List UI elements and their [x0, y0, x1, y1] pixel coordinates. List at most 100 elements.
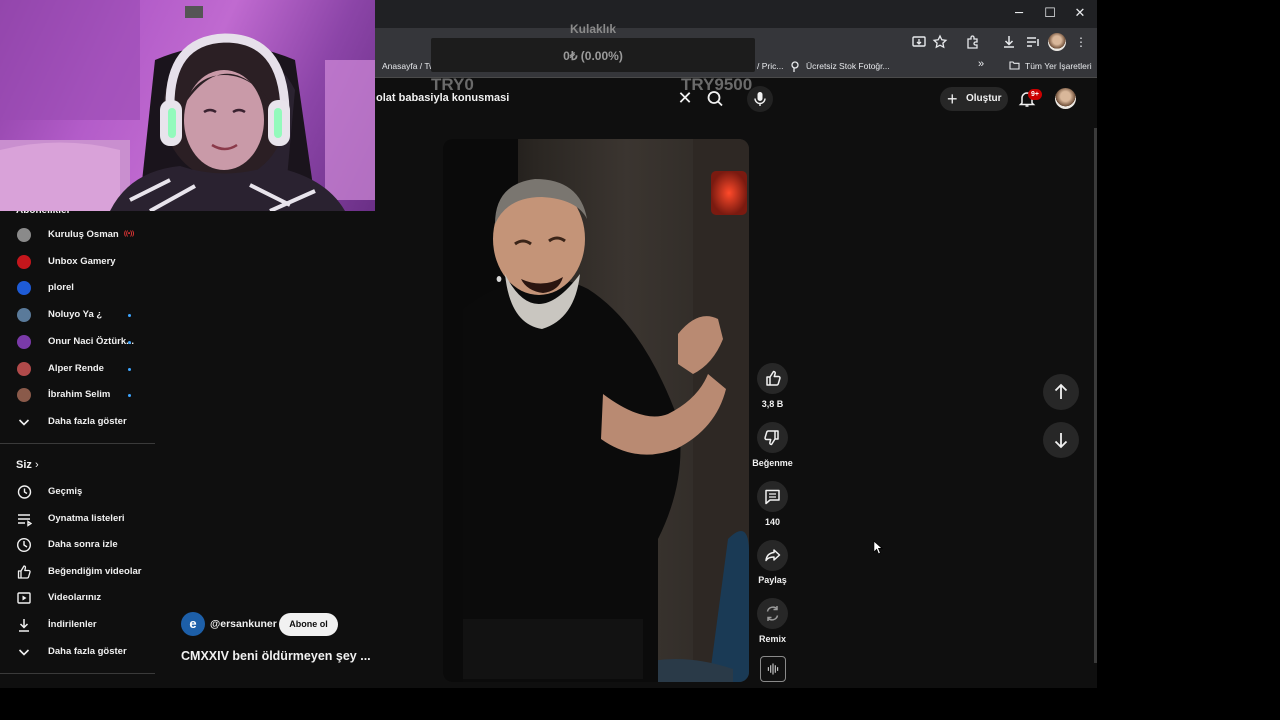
maximize-icon[interactable]: ☐	[1037, 4, 1063, 24]
donation-title: Kulaklık	[569, 22, 617, 36]
subscription-label: Alper Rende	[48, 362, 104, 374]
new-content-dot-icon	[128, 314, 131, 318]
star-icon[interactable]	[931, 33, 949, 51]
channel-avatar-icon	[17, 361, 31, 376]
you-heading-label: Siz	[16, 459, 32, 471]
show-more-label: Daha fazla göster	[48, 646, 127, 657]
sidebar-item-thumb-up[interactable]: Beğendiğim videolar	[0, 560, 155, 584]
download-icon	[19, 619, 29, 632]
comments-button[interactable]	[757, 481, 788, 512]
subscription-label: Onur Naci Öztürk...	[48, 335, 135, 347]
show-more-you[interactable]: Daha fazla göster	[0, 640, 155, 664]
donation-min: TRY0	[431, 75, 474, 94]
channel-avatar-icon	[17, 228, 31, 242]
bookmark-item[interactable]: / Pric...	[757, 61, 783, 71]
donation-value: 0₺ (0.00%)	[563, 49, 623, 63]
video-icon	[17, 592, 31, 605]
remix-icon	[766, 606, 779, 621]
profile-icon[interactable]	[1048, 33, 1066, 51]
close-icon[interactable]: ✕	[1067, 4, 1093, 24]
thumb-up-icon	[17, 565, 31, 579]
channel-avatar-icon	[17, 388, 31, 403]
arrow-up-icon	[1054, 383, 1068, 399]
like-count: 3,8 B	[761, 399, 784, 409]
video-title[interactable]: CMXXIV beni öldürmeyen şey ...	[181, 649, 371, 663]
bookmark-item[interactable]: Anasayfa / Tw	[382, 61, 435, 71]
sidebar-item-label: Videolarınız	[48, 592, 102, 604]
bookmark-favicon-icon	[790, 61, 801, 72]
sidebar-subscription-item[interactable]: Kuruluş Osman ((•))	[0, 223, 155, 247]
plus-icon: +	[947, 89, 958, 109]
bookmark-item[interactable]: Ücretsiz Stok Fotoğr...	[806, 61, 890, 71]
sidebar-subscription-item[interactable]: İbrahim Selim	[0, 383, 155, 407]
audio-wave-icon	[767, 663, 779, 675]
sidebar-item-history[interactable]: Geçmiş	[0, 480, 155, 504]
sidebar-subscription-item[interactable]: Unbox Gamery	[0, 250, 155, 274]
video-frame	[443, 139, 749, 682]
like-button[interactable]	[757, 363, 788, 394]
new-content-dot-icon	[128, 340, 131, 344]
share-label: Paylaş	[758, 575, 787, 585]
new-content-dot-icon	[128, 394, 131, 398]
playlist-icon	[18, 513, 32, 527]
minimize-icon[interactable]: ─	[1006, 4, 1032, 24]
chevron-down-icon	[18, 649, 30, 656]
sound-button[interactable]	[760, 656, 786, 682]
extensions-icon[interactable]	[964, 33, 982, 51]
live-icon: ((•))	[124, 231, 135, 237]
media-control-icon[interactable]	[1024, 33, 1042, 51]
sidebar-subscription-item[interactable]: Alper Rende	[0, 357, 155, 381]
subscription-label: İbrahim Selim	[48, 389, 111, 401]
subscribe-button[interactable]: Abone ol	[279, 613, 338, 636]
new-content-dot-icon	[128, 367, 131, 371]
channel-avatar-icon	[17, 308, 31, 323]
folder-icon	[1009, 60, 1020, 70]
notification-badge: 9+	[1028, 89, 1042, 100]
donation-max: TRY9500	[681, 75, 753, 94]
search-input[interactable]: olat babasiyla konusmasi ✕	[376, 86, 698, 112]
sidebar-item-video[interactable]: Videolarınız	[0, 586, 155, 610]
previous-short-button[interactable]	[1043, 374, 1079, 410]
channel-name[interactable]: @ersankuner	[210, 618, 277, 630]
share-button[interactable]	[757, 540, 788, 571]
sidebar-item-label: İndirilenler	[48, 619, 97, 630]
remix-button[interactable]	[757, 598, 788, 629]
install-app-icon[interactable]	[910, 33, 928, 51]
arrow-down-icon	[1054, 433, 1068, 449]
account-avatar[interactable]	[1055, 88, 1076, 109]
short-video-player[interactable]	[443, 139, 749, 682]
download-icon[interactable]	[1000, 33, 1018, 51]
dislike-button[interactable]	[757, 422, 788, 453]
sidebar-item-label: Oynatma listeleri	[48, 512, 125, 524]
subscription-label: Noluyo Ya ¿	[48, 309, 103, 321]
share-icon	[765, 549, 781, 562]
divider	[0, 673, 155, 674]
clock-icon	[16, 538, 32, 553]
sidebar-item-label: Geçmiş	[48, 486, 83, 497]
sidebar-subscription-item[interactable]: Noluyo Ya ¿	[0, 303, 155, 327]
screen: ─ ☐ ✕ ⋮ Anasayfa / Tw / Pric... Ücretsiz…	[0, 0, 1280, 720]
menu-icon[interactable]: ⋮	[1072, 33, 1090, 51]
donation-goal-overlay: Kulaklık 0₺ (0.00%)	[431, 20, 755, 78]
all-bookmarks[interactable]: Tüm Yer İşaretleri	[1025, 61, 1092, 71]
show-more-subscriptions[interactable]: Daha fazla göster	[0, 410, 155, 434]
scrollbar[interactable]	[1094, 128, 1097, 663]
create-button[interactable]: + Oluştur	[940, 87, 1008, 111]
bookmarks-overflow-icon[interactable]: »	[978, 58, 984, 70]
chevron-right-icon: ›	[34, 459, 39, 471]
sidebar-subscription-item[interactable]: plorel	[0, 276, 155, 300]
chevron-down-icon	[18, 419, 30, 426]
dislike-label: Beğenme	[752, 458, 793, 468]
sidebar-subscription-item[interactable]: Onur Naci Öztürk...	[0, 330, 155, 354]
thumb-down-icon	[764, 430, 779, 446]
you-section-heading[interactable]: Siz ›	[16, 459, 39, 471]
next-short-button[interactable]	[1043, 422, 1079, 458]
sidebar-item-download[interactable]: İndirilenler	[0, 613, 155, 637]
thumb-up-icon	[766, 370, 781, 386]
create-label: Oluştur	[966, 93, 1002, 104]
sidebar-item-clock[interactable]: Daha sonra izle	[0, 533, 155, 557]
channel-avatar[interactable]: e	[181, 612, 205, 636]
sidebar-item-playlist[interactable]: Oynatma listeleri	[0, 507, 155, 531]
subscription-label: Kuruluş Osman	[48, 229, 119, 240]
show-more-label: Daha fazla göster	[48, 416, 127, 427]
